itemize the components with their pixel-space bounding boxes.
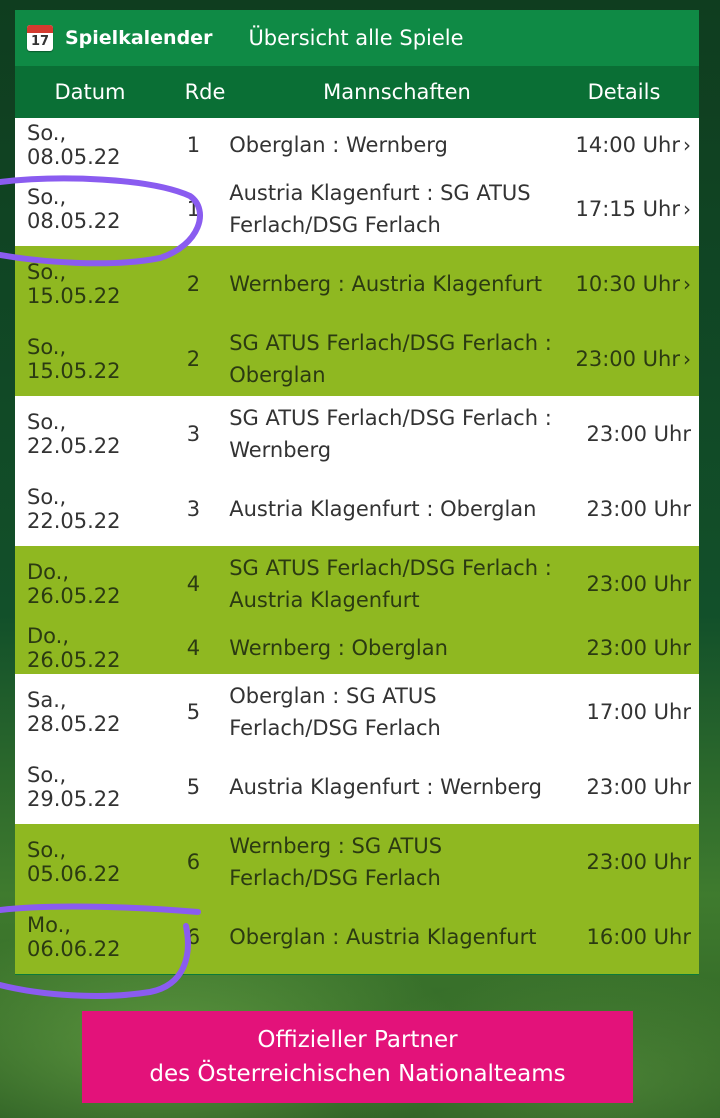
match-round: 1 <box>186 196 201 221</box>
match-row[interactable]: So., 08.05.22 1 Oberglan : Wernberg 14:00 U… <box>15 118 699 171</box>
match-row: Do., 26.05.22 4 Wernberg : Oberglan 23:00 U… <box>15 621 699 674</box>
match-teams: Oberglan : Austria Klagenfurt <box>229 924 537 949</box>
match-date: So., 08.05.22 <box>27 120 121 169</box>
match-teams: Austria Klagenfurt : Wernberg <box>229 774 542 799</box>
match-time-cell: 23:00 Uhr <box>556 497 699 521</box>
match-time: 16:00 Uhr <box>586 924 691 949</box>
match-row[interactable]: So., 08.05.22 1 Austria Klagenfurt : SG AT… <box>15 171 699 246</box>
match-time: 10:30 Uhr <box>575 271 680 296</box>
column-header-row: Datum Rde Mannschaften Details <box>15 66 699 118</box>
match-row: Sa., 28.05.22 5 Oberglan : SG ATUS Ferlach… <box>15 674 699 749</box>
match-time: 14:00 Uhr <box>575 132 680 157</box>
calendar-icon-day: 17 <box>30 34 50 49</box>
match-time-cell: 23:00 Uhr <box>556 636 699 660</box>
match-time-cell[interactable]: 17:15 Uhr › <box>556 197 699 221</box>
match-teams: Wernberg : SG ATUS Ferlach/DSG Ferlach <box>229 833 443 890</box>
match-time-cell: 23:00 Uhr <box>556 572 699 596</box>
match-date: So., 29.05.22 <box>27 762 121 811</box>
match-row: Do., 26.05.22 4 SG ATUS Ferlach/DSG Ferlac… <box>15 546 699 621</box>
match-row: So., 22.05.22 3 Austria Klagenfurt : Oberg… <box>15 471 699 546</box>
match-teams: SG ATUS Ferlach/DSG Ferlach : Austria Kl… <box>229 555 552 612</box>
match-time: 23:00 Uhr <box>586 571 691 596</box>
match-round: 3 <box>186 421 201 446</box>
column-header-round: Rde <box>184 80 226 104</box>
match-time-cell[interactable]: 23:00 Uhr › <box>556 347 699 371</box>
match-teams: Oberglan : Wernberg <box>229 132 448 157</box>
match-date: Sa., 28.05.22 <box>27 687 121 736</box>
match-round: 5 <box>186 699 201 724</box>
column-header-date: Datum <box>54 80 126 104</box>
match-round: 6 <box>186 849 201 874</box>
match-date: So., 15.05.22 <box>27 334 121 383</box>
match-list: So., 08.05.22 1 Oberglan : Wernberg 14:00 U… <box>15 118 699 974</box>
chevron-right-icon[interactable]: › <box>683 133 691 157</box>
match-time: 23:00 Uhr <box>586 421 691 446</box>
chevron-right-icon[interactable]: › <box>683 272 691 296</box>
match-row: So., 22.05.22 3 SG ATUS Ferlach/DSG Ferlac… <box>15 396 699 471</box>
match-time: 23:00 Uhr <box>586 496 691 521</box>
match-time-cell[interactable]: 14:00 Uhr › <box>556 133 699 157</box>
column-header-teams: Mannschaften <box>323 80 471 104</box>
match-round: 2 <box>186 271 201 296</box>
partner-line-2: des Österreichischen Nationalteams <box>149 1061 566 1087</box>
match-teams: Austria Klagenfurt : SG ATUS Ferlach/DSG… <box>229 180 531 237</box>
column-header-details: Details <box>587 80 661 104</box>
match-round: 2 <box>186 346 201 371</box>
official-partner-banner[interactable]: Offizieller Partner des Österreichischen… <box>82 1011 633 1103</box>
match-round: 4 <box>186 635 201 660</box>
match-date: So., 08.05.22 <box>27 184 121 233</box>
match-row: So., 05.06.22 6 Wernberg : SG ATUS Ferlach… <box>15 824 699 899</box>
match-time-cell[interactable]: 10:30 Uhr › <box>556 272 699 296</box>
overview-all-games-link[interactable]: Übersicht alle Spiele <box>248 26 463 50</box>
match-row: Mo., 06.06.22 6 Oberglan : Austria Klagenf… <box>15 899 699 974</box>
match-time-cell: 23:00 Uhr <box>556 850 699 874</box>
match-teams: Oberglan : SG ATUS Ferlach/DSG Ferlach <box>229 683 441 740</box>
match-time: 23:00 Uhr <box>586 849 691 874</box>
match-time: 23:00 Uhr <box>586 635 691 660</box>
match-time-cell: 23:00 Uhr <box>556 422 699 446</box>
match-date: So., 22.05.22 <box>27 409 121 458</box>
match-round: 5 <box>186 774 201 799</box>
match-date: Do., 26.05.22 <box>27 559 121 608</box>
calendar-header: 17 Spielkalender Übersicht alle Spiele <box>15 10 699 66</box>
match-date: So., 22.05.22 <box>27 484 121 533</box>
match-round: 4 <box>186 571 201 596</box>
match-time: 23:00 Uhr <box>575 346 680 371</box>
match-teams: Austria Klagenfurt : Oberglan <box>229 496 537 521</box>
chevron-right-icon[interactable]: › <box>683 197 691 221</box>
match-time: 23:00 Uhr <box>586 774 691 799</box>
match-date: So., 15.05.22 <box>27 259 121 308</box>
match-time-cell: 17:00 Uhr <box>556 700 699 724</box>
match-row: So., 29.05.22 5 Austria Klagenfurt : Wernb… <box>15 749 699 824</box>
match-date: Do., 26.05.22 <box>27 623 121 672</box>
match-teams: Wernberg : Oberglan <box>229 635 448 660</box>
match-time-cell: 16:00 Uhr <box>556 925 699 949</box>
match-date: So., 05.06.22 <box>27 837 121 886</box>
match-row[interactable]: So., 15.05.22 2 Wernberg : Austria Klagenf… <box>15 246 699 321</box>
match-row[interactable]: So., 15.05.22 2 SG ATUS Ferlach/DSG Ferlac… <box>15 321 699 396</box>
spielkalender-tab[interactable]: Spielkalender <box>65 27 212 49</box>
match-time-cell: 23:00 Uhr <box>556 775 699 799</box>
match-round: 3 <box>186 496 201 521</box>
match-teams: SG ATUS Ferlach/DSG Ferlach : Oberglan <box>229 330 552 387</box>
match-teams: SG ATUS Ferlach/DSG Ferlach : Wernberg <box>229 405 552 462</box>
match-time: 17:15 Uhr <box>575 196 680 221</box>
match-time: 17:00 Uhr <box>586 699 691 724</box>
match-calendar-widget: 17 Spielkalender Übersicht alle Spiele D… <box>15 10 699 975</box>
match-round: 1 <box>186 132 201 157</box>
match-teams: Wernberg : Austria Klagenfurt <box>229 271 542 296</box>
chevron-right-icon[interactable]: › <box>683 347 691 371</box>
partner-line-1: Offizieller Partner <box>257 1027 458 1053</box>
match-date: Mo., 06.06.22 <box>27 912 121 961</box>
match-round: 6 <box>186 924 201 949</box>
calendar-icon-top <box>27 25 53 33</box>
calendar-icon: 17 <box>27 25 53 51</box>
